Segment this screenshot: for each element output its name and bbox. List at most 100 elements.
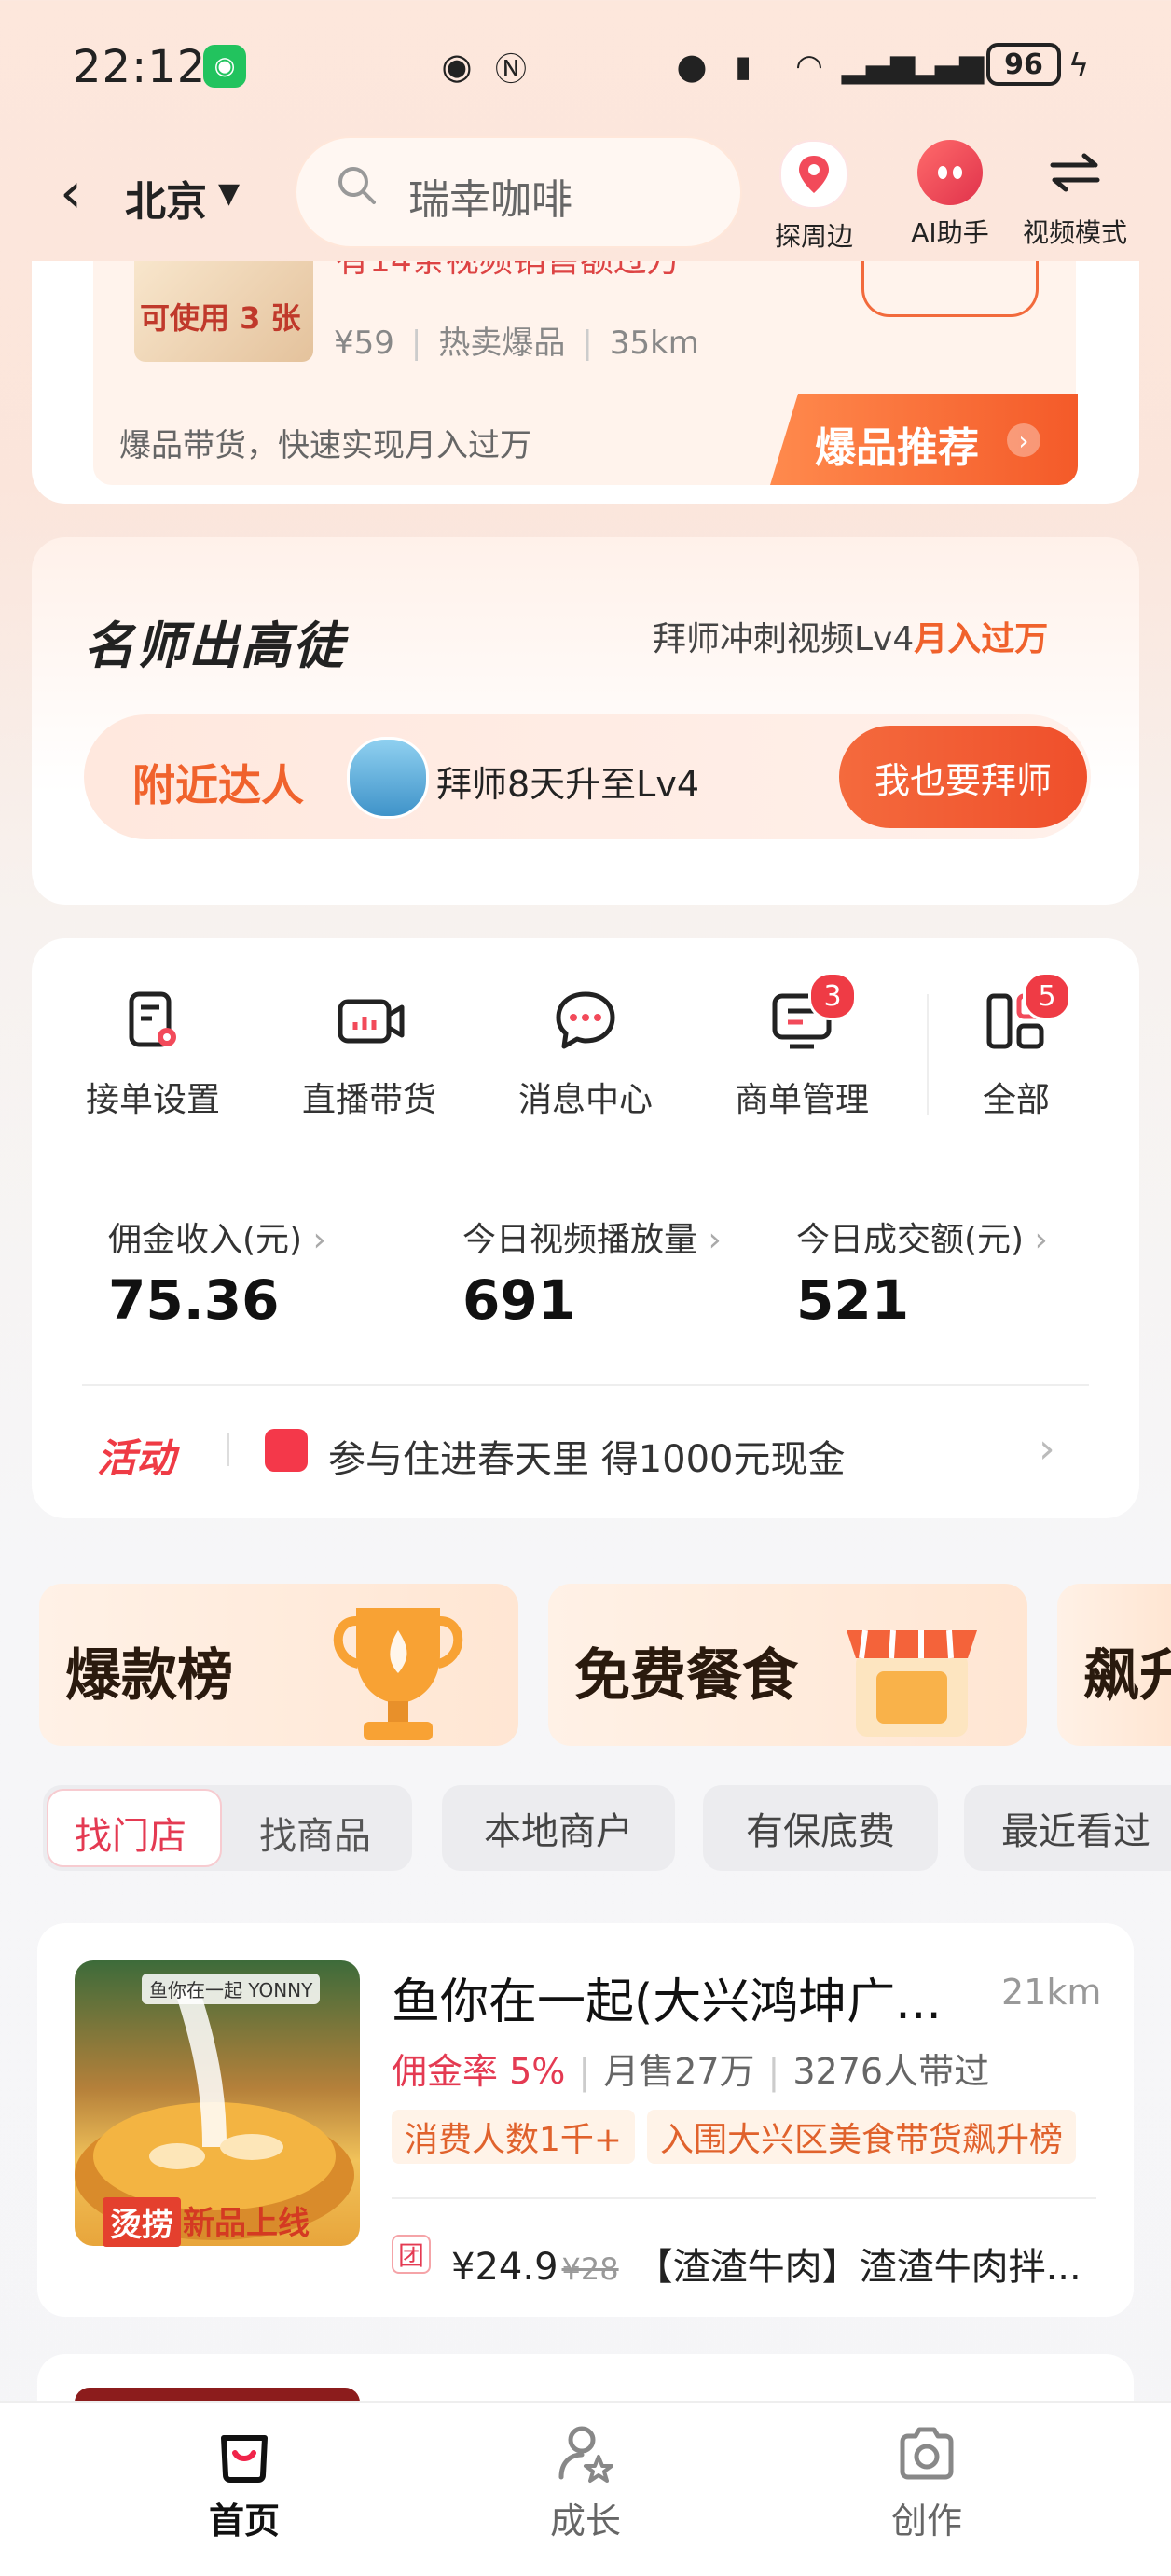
stat-gmv[interactable]: 今日成交额(元) › [796, 1212, 1048, 1261]
city-selector[interactable]: 北京 [125, 168, 207, 228]
order-manage-icon: 3 [769, 972, 857, 1054]
nav-create[interactable]: 创作 [852, 2421, 1001, 2543]
promo-distance: 35km [609, 325, 699, 362]
tool-label: AI助手 [911, 217, 989, 248]
stat-value: 691 [462, 1268, 576, 1332]
tool-label: 探周边 [774, 221, 853, 252]
nearby-tool[interactable]: 探周边 [753, 140, 875, 254]
promo-tag: 热卖爆品 [438, 325, 566, 362]
divider [927, 994, 929, 1115]
promoter-count: 3276人带过 [792, 2051, 990, 2092]
banner-label: 爆款榜 [65, 1643, 233, 1709]
search-placeholder[interactable]: 瑞幸咖啡 [408, 166, 572, 226]
stat-label: 今日成交额(元) [796, 1221, 1025, 1259]
nav-label: 首页 [208, 2500, 280, 2541]
store-distance: 21km [1001, 1972, 1102, 2013]
chevron-right-icon[interactable]: › [1007, 423, 1040, 457]
promo-description: 爆品带货，快速实现月入过万 [119, 427, 531, 464]
nav-growth[interactable]: 成长 [511, 2421, 660, 2543]
divider [392, 2197, 1096, 2199]
chevron-right-icon: › [312, 1221, 326, 1259]
activity-text[interactable]: 参与住进春天里 得1000元现金 [328, 1429, 846, 1483]
tool-label: 视频模式 [1022, 217, 1127, 248]
divider [227, 1433, 229, 1466]
nav-label: 成长 [549, 2500, 621, 2541]
notification-badge: 5 [1023, 972, 1071, 1020]
store-meta: 佣金率 5% | 月售27万 | 3276人带过 [392, 2051, 990, 2092]
growth-user-icon [554, 2421, 617, 2485]
activity-tag: 活动 [97, 1435, 176, 1481]
charging-icon: ϟ [1068, 48, 1090, 85]
eye-icon: ◉ [441, 46, 473, 87]
store-tag: 消费人数1千+ [392, 2110, 636, 2164]
live-stream-icon [337, 989, 405, 1054]
nav-home[interactable]: 首页 [170, 2421, 319, 2543]
switch-arrows-icon [1042, 140, 1108, 205]
nfc-icon: Ⓝ [495, 50, 527, 89]
ai-assistant-icon [917, 140, 983, 205]
stat-value: 521 [796, 1268, 910, 1332]
filter-recently-viewed[interactable]: 最近看过 [964, 1785, 1171, 1871]
promo-thumb-text: 可使用 3 张 [140, 300, 301, 336]
video-mode-tool[interactable]: 视频模式 [1014, 140, 1136, 250]
mentor-subtitle-prefix: 拜师冲刺视频Lv4 [653, 620, 915, 658]
home-bag-icon [213, 2421, 276, 2485]
deal-row[interactable]: ¥24.9 ¥28 【渣渣牛肉】渣渣牛肉拌... [451, 2237, 1081, 2291]
deal-price: ¥24.9 [451, 2246, 558, 2289]
banner-label: 飙升 [1083, 1643, 1171, 1709]
back-icon[interactable]: ‹ [60, 160, 106, 226]
camera-icon [895, 2421, 958, 2485]
nearby-label: 附近达人 [132, 760, 304, 810]
divider [82, 1384, 1089, 1386]
monthly-sales: 月售27万 [603, 2051, 755, 2092]
signal-icon-2: ▂▄▆ [910, 48, 985, 85]
mentor-message: 拜师8天升至Lv4 [436, 764, 700, 805]
deal-original-price: ¥28 [561, 2251, 619, 2287]
ai-assistant-tool[interactable]: AI助手 [889, 140, 1011, 250]
stat-label: 佣金收入(元) [108, 1221, 303, 1259]
apprentice-button[interactable]: 我也要拜师 [839, 726, 1087, 828]
shop-icon [847, 1629, 977, 1737]
quick-action-all[interactable]: 5 全部 [932, 972, 1100, 1121]
stat-views[interactable]: 今日视频播放量 › [462, 1212, 722, 1261]
filter-local-merchant[interactable]: 本地商户 [442, 1785, 675, 1871]
quick-action-order-settings[interactable]: 接单设置 [69, 989, 237, 1121]
signal-icon: ▂▄▆ [841, 48, 916, 85]
activity-icon [265, 1429, 308, 1472]
hot-products-label[interactable]: 爆品推荐 [815, 414, 979, 474]
caret-down-icon[interactable]: ▼ [218, 177, 240, 210]
stat-label: 今日视频播放量 [462, 1221, 698, 1259]
order-settings-icon [120, 989, 186, 1054]
promo-meta: ¥59 | 热卖爆品 | 35km [334, 325, 699, 362]
message-icon [553, 989, 618, 1054]
quick-action-messages[interactable]: 消息中心 [502, 989, 669, 1121]
quick-action-orders[interactable]: 3 商单管理 [718, 972, 886, 1121]
filter-guaranteed-fee[interactable]: 有保底费 [703, 1785, 938, 1871]
tab-find-product[interactable]: 找商品 [259, 1806, 371, 1860]
battery-icon: 96 [986, 43, 1061, 86]
promo-title: 有14条视频销售额过万 [336, 261, 681, 289]
publish-button[interactable] [861, 261, 1039, 317]
commission-rate: 佣金率 5% [392, 2051, 566, 2092]
wechat-icon: ◉ [203, 45, 246, 88]
stat-commission[interactable]: 佣金收入(元) › [108, 1212, 326, 1261]
quick-action-live[interactable]: 直播带货 [285, 989, 453, 1121]
deal-name: 【渣渣牛肉】渣渣牛肉拌... [635, 2246, 1081, 2289]
vibrate-icon: ▮ [735, 48, 751, 84]
trophy-icon [333, 1608, 463, 1740]
quick-action-label: 直播带货 [301, 1081, 436, 1119]
store-name[interactable]: 鱼你在一起(大兴鸿坤广... [392, 1962, 970, 2032]
quick-action-label: 接单设置 [85, 1081, 220, 1119]
nav-label: 创作 [890, 2500, 962, 2541]
store-image-tag: 新品上线 [183, 2205, 310, 2242]
tab-find-store[interactable]: 找门店 [75, 1806, 186, 1860]
mentor-subtitle-highlight: 月入过万 [914, 620, 1049, 658]
quick-action-label: 商单管理 [734, 1081, 869, 1119]
mentor-title: 名师出高徒 [84, 616, 345, 675]
status-time: 22:12 [73, 41, 207, 93]
quick-action-label: 全部 [982, 1081, 1050, 1119]
banner-label: 免费餐食 [574, 1643, 798, 1709]
promo-price: ¥59 [334, 325, 394, 362]
mentor-subtitle: 拜师冲刺视频Lv4月入过万 [653, 612, 1048, 660]
chevron-right-icon[interactable]: › [1039, 1425, 1055, 1473]
